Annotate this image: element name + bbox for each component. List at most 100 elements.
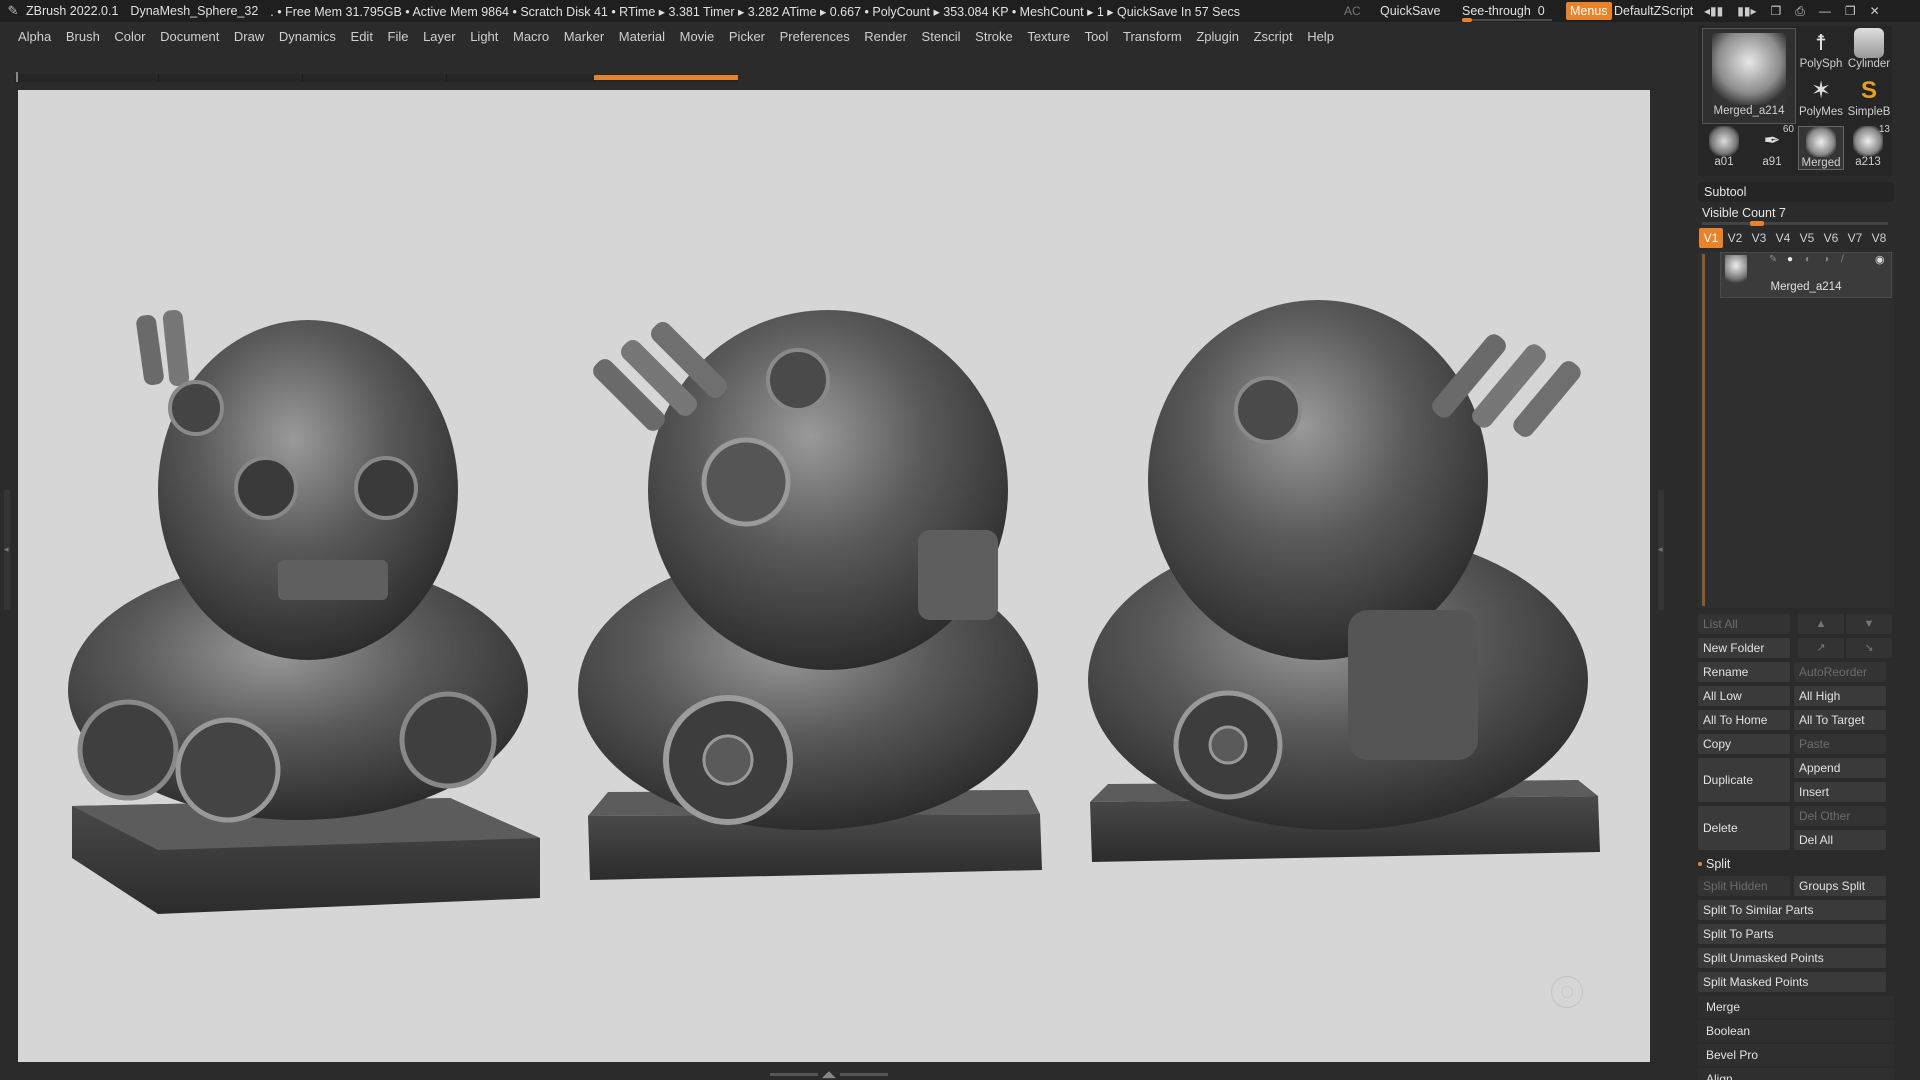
menu-item[interactable]: Material — [619, 29, 665, 44]
menu-item[interactable]: Picker — [729, 29, 765, 44]
menu-item[interactable]: Alpha — [18, 29, 51, 44]
menu-item[interactable]: Dynamics — [279, 29, 336, 44]
restore-icon[interactable]: ❐ — [1845, 4, 1856, 18]
tool-a01[interactable]: a01 — [1702, 126, 1746, 168]
dynamic-sub-icon[interactable]: ◐ — [1805, 255, 1817, 265]
tool-merged[interactable]: Merged — [1798, 126, 1844, 170]
visibility-tab[interactable]: V6 — [1819, 228, 1843, 248]
menu-item[interactable]: Edit — [351, 29, 373, 44]
split-section-header[interactable]: Split — [1698, 854, 1894, 874]
menu-item[interactable]: Help — [1307, 29, 1334, 44]
append-button[interactable]: Append — [1794, 758, 1886, 778]
split-unmasked-button[interactable]: Split Unmasked Points — [1698, 948, 1886, 968]
bottom-tray-handle[interactable]: ◢◣ — [770, 1069, 900, 1079]
menu-item[interactable]: Stencil — [922, 29, 961, 44]
all-low-button[interactable]: All Low — [1698, 686, 1790, 706]
all-high-button[interactable]: All High — [1794, 686, 1886, 706]
tool-polysphere[interactable]: ☨ PolySph — [1798, 28, 1844, 70]
subtool-item[interactable]: ✎ ● ◐ ◑ / ◉ Merged_a214 — [1720, 252, 1892, 298]
menu-item[interactable]: Zplugin — [1196, 29, 1239, 44]
visible-count-slider[interactable] — [1702, 221, 1888, 226]
insert-button[interactable]: Insert — [1794, 782, 1886, 802]
tab-slot[interactable] — [14, 74, 159, 82]
canvas-viewport[interactable] — [18, 90, 1650, 1062]
windows-icon[interactable]: ❐ — [1770, 4, 1781, 18]
default-zscript-button[interactable]: DefaultZScript — [1614, 0, 1693, 22]
tool-cylinder[interactable]: Cylinder — [1846, 28, 1892, 70]
menu-item[interactable]: Marker — [564, 29, 604, 44]
split-masked-button[interactable]: Split Masked Points — [1698, 972, 1886, 992]
ac-toggle[interactable]: AC — [1344, 0, 1361, 22]
copy-button[interactable]: Copy — [1698, 734, 1790, 754]
minimize-icon[interactable]: — — [1819, 4, 1831, 18]
tool-simplebrush[interactable]: S SimpleB — [1846, 76, 1892, 118]
lock-icon[interactable]: ◑ — [1823, 255, 1835, 265]
solo-icon[interactable]: / — [1841, 255, 1853, 265]
close-icon[interactable]: ✕ — [1870, 4, 1880, 18]
visibility-tab[interactable]: V1 — [1699, 228, 1723, 248]
boolean-section[interactable]: Boolean — [1698, 1020, 1894, 1042]
menu-item[interactable]: Document — [160, 29, 219, 44]
visibility-tab[interactable]: V4 — [1771, 228, 1795, 248]
duplicate-button[interactable]: Duplicate — [1698, 758, 1790, 802]
visibility-tab[interactable]: V3 — [1747, 228, 1771, 248]
menu-item[interactable]: Transform — [1123, 29, 1182, 44]
menu-item[interactable]: Brush — [66, 29, 100, 44]
see-through-slider[interactable]: See-through 0 — [1462, 0, 1554, 22]
visibility-tab[interactable]: V8 — [1867, 228, 1891, 248]
visible-count[interactable]: Visible Count 7 — [1702, 206, 1786, 220]
menu-item[interactable]: Light — [470, 29, 498, 44]
menu-item[interactable]: Movie — [680, 29, 715, 44]
merge-section[interactable]: Merge — [1698, 996, 1894, 1018]
all-to-home-button[interactable]: All To Home — [1698, 710, 1790, 730]
menu-item[interactable]: File — [388, 29, 409, 44]
left-tray-handle[interactable]: ◂ — [4, 490, 10, 610]
right-tray-handle[interactable]: ◂ — [1658, 490, 1664, 610]
split-similar-parts-button[interactable]: Split To Similar Parts — [1698, 900, 1886, 920]
bevel-pro-section[interactable]: Bevel Pro — [1698, 1044, 1894, 1066]
groups-split-button[interactable]: Groups Split — [1794, 876, 1886, 896]
rename-button[interactable]: Rename — [1698, 662, 1790, 682]
menu-item[interactable]: Tool — [1085, 29, 1109, 44]
menu-item[interactable]: Texture — [1027, 29, 1070, 44]
menu-item[interactable]: Color — [114, 29, 145, 44]
menu-item[interactable]: Render — [864, 29, 907, 44]
paste-button[interactable]: Paste — [1794, 734, 1886, 754]
menu-item[interactable]: Layer — [423, 29, 456, 44]
menu-item[interactable]: Draw — [234, 29, 264, 44]
tool-a213[interactable]: 13 a213 — [1846, 124, 1890, 168]
arrow-down-right-icon[interactable]: ↘ — [1846, 638, 1892, 658]
delete-button[interactable]: Delete — [1698, 806, 1790, 850]
visibility-tab[interactable]: V2 — [1723, 228, 1747, 248]
move-down-icon[interactable]: ▼ — [1846, 614, 1892, 634]
navigation-gizmo[interactable] — [1551, 976, 1583, 1008]
quicksave-button[interactable]: QuickSave — [1380, 0, 1440, 22]
tab-slot[interactable] — [302, 74, 447, 82]
split-to-parts-button[interactable]: Split To Parts — [1698, 924, 1886, 944]
visibility-tab[interactable]: V7 — [1843, 228, 1867, 248]
active-tab-indicator[interactable] — [594, 75, 738, 80]
tab-slot[interactable] — [158, 74, 303, 82]
menu-item[interactable]: Preferences — [780, 29, 850, 44]
slider-knob[interactable] — [1750, 221, 1764, 226]
new-folder-button[interactable]: New Folder — [1698, 638, 1790, 658]
layout-prev-icon[interactable]: ◂▮▮ — [1704, 4, 1723, 18]
brush-flag-icon[interactable]: ✎ — [1769, 255, 1781, 265]
move-up-icon[interactable]: ▲ — [1798, 614, 1844, 634]
all-to-target-button[interactable]: All To Target — [1794, 710, 1886, 730]
tool-polymesh[interactable]: ✶ PolyMes — [1798, 76, 1844, 118]
del-all-button[interactable]: Del All — [1794, 830, 1886, 850]
menu-item[interactable]: Zscript — [1254, 29, 1293, 44]
arrow-up-right-icon[interactable]: ↗ — [1798, 638, 1844, 658]
split-hidden-button[interactable]: Split Hidden — [1698, 876, 1790, 896]
visibility-tab[interactable]: V5 — [1795, 228, 1819, 248]
polypaint-icon[interactable]: ● — [1787, 255, 1799, 265]
save-layout-icon[interactable]: ⎙ — [1795, 4, 1805, 19]
list-all-button[interactable]: List All — [1698, 614, 1790, 634]
tab-slot[interactable] — [446, 74, 595, 82]
current-tool-thumb[interactable]: Merged_a214 — [1702, 28, 1796, 124]
auto-reorder-button[interactable]: AutoReorder — [1794, 662, 1886, 682]
tool-a91[interactable]: 60 ✒ a91 — [1750, 124, 1794, 168]
subtool-header[interactable]: Subtool — [1698, 182, 1894, 202]
menus-toggle[interactable]: Menus — [1566, 2, 1612, 20]
